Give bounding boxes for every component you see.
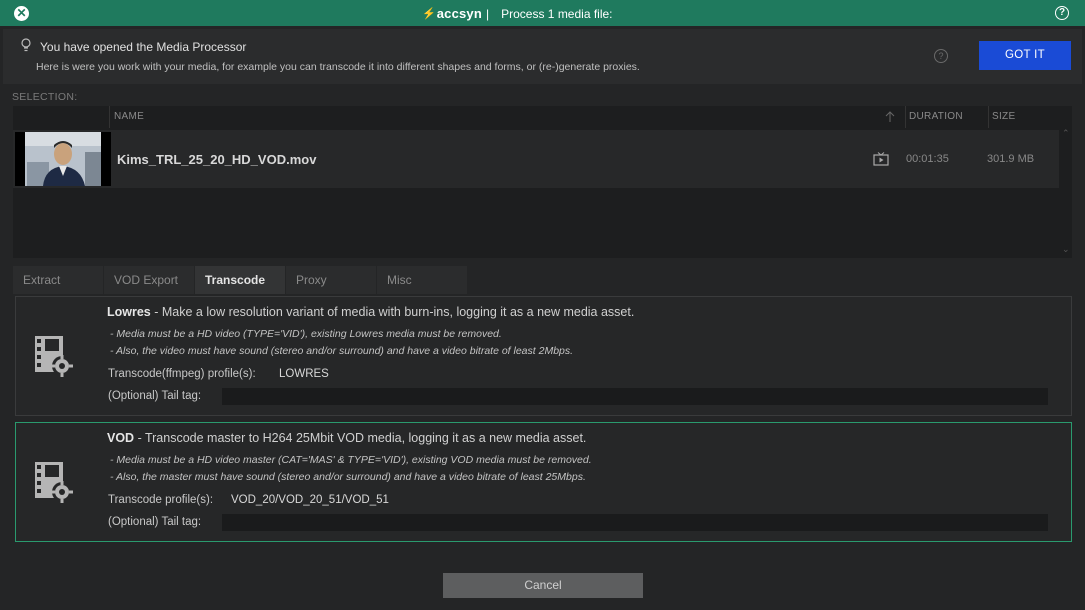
media-size: 301.9 MB bbox=[987, 153, 1035, 165]
lightbulb-icon bbox=[21, 38, 31, 52]
tail-tag-input[interactable] bbox=[222, 514, 1048, 531]
tail-tag-label: (Optional) Tail tag: bbox=[108, 516, 202, 528]
table-row[interactable]: Kims_TRL_25_20_HD_VOD.mov 00:01:35 301.9… bbox=[13, 130, 1059, 188]
action-note: - Also, the master must have sound (ster… bbox=[110, 471, 586, 483]
tail-tag-label: (Optional) Tail tag: bbox=[108, 390, 202, 402]
tab-bar: Extract VOD Export Transcode Proxy Misc bbox=[13, 266, 468, 294]
video-settings-icon bbox=[35, 336, 73, 377]
profile-label: Transcode profile(s): bbox=[108, 494, 214, 506]
info-help-icon[interactable]: ? bbox=[934, 49, 948, 63]
cancel-button[interactable]: Cancel bbox=[443, 573, 643, 598]
scroll-down-icon[interactable]: ⌄ bbox=[1062, 244, 1070, 255]
play-media-icon[interactable] bbox=[873, 152, 889, 166]
action-name: Lowres bbox=[107, 305, 151, 319]
sort-up-icon[interactable] bbox=[885, 111, 895, 123]
accsyn-logo-icon: ⚡ bbox=[422, 8, 436, 20]
info-text: Here is were you work with your media, f… bbox=[36, 61, 640, 73]
action-note: - Media must be a HD video (TYPE='VID'),… bbox=[110, 328, 502, 340]
dialog-title: Process 1 media file: bbox=[501, 6, 613, 21]
action-card-lowres[interactable]: Lowres - Make a low resolution variant o… bbox=[15, 296, 1072, 416]
column-divider bbox=[988, 106, 989, 128]
scroll-up-icon[interactable]: ⌃ bbox=[1062, 128, 1070, 139]
column-header-name[interactable]: NAME bbox=[114, 111, 144, 122]
column-divider bbox=[905, 106, 906, 128]
action-note: - Media must be a HD video master (CAT='… bbox=[110, 454, 592, 466]
tab-vod-export[interactable]: VOD Export bbox=[104, 266, 194, 294]
action-title: VOD - Transcode master to H264 25Mbit VO… bbox=[107, 431, 586, 445]
action-note: - Also, the video must have sound (stere… bbox=[110, 345, 574, 357]
thumbnail-image bbox=[15, 132, 111, 186]
tab-extract[interactable]: Extract bbox=[13, 266, 103, 294]
tail-tag-input[interactable] bbox=[222, 388, 1048, 405]
info-title: You have opened the Media Processor bbox=[40, 40, 247, 54]
profile-label: Transcode(ffmpeg) profile(s): bbox=[108, 368, 256, 380]
column-divider bbox=[109, 106, 110, 128]
tab-misc[interactable]: Misc bbox=[377, 266, 467, 294]
column-header-size[interactable]: SIZE bbox=[992, 111, 1015, 122]
profile-value: VOD_20/VOD_20_51/VOD_51 bbox=[231, 494, 389, 506]
help-icon[interactable]: ? bbox=[1055, 6, 1069, 20]
title-bar: ✕ ⚡ accsyn | Process 1 media file: ? bbox=[0, 0, 1085, 26]
action-name: VOD bbox=[107, 431, 135, 445]
action-description: - Transcode master to H264 25Mbit VOD me… bbox=[134, 431, 587, 445]
video-settings-icon bbox=[35, 462, 73, 503]
selection-label: SELECTION: bbox=[12, 91, 78, 103]
media-filename: Kims_TRL_25_20_HD_VOD.mov bbox=[117, 152, 317, 167]
got-it-button[interactable]: GOT IT bbox=[979, 41, 1071, 70]
action-card-vod[interactable]: VOD - Transcode master to H264 25Mbit VO… bbox=[15, 422, 1072, 542]
title-center: ⚡ accsyn | Process 1 media file: bbox=[422, 6, 613, 21]
tab-proxy[interactable]: Proxy bbox=[286, 266, 376, 294]
close-icon[interactable]: ✕ bbox=[14, 6, 29, 21]
action-title: Lowres - Make a low resolution variant o… bbox=[107, 305, 634, 319]
title-separator: | bbox=[486, 6, 490, 21]
media-thumbnail bbox=[15, 132, 111, 186]
info-panel: You have opened the Media Processor Here… bbox=[3, 29, 1082, 84]
media-duration: 00:01:35 bbox=[906, 153, 949, 165]
media-table: NAME DURATION SIZE ⌃ ⌄ Kims_TRL_25_20_HD… bbox=[13, 106, 1072, 258]
profile-value: LOWRES bbox=[279, 368, 329, 380]
column-header-duration[interactable]: DURATION bbox=[909, 111, 963, 122]
tab-transcode[interactable]: Transcode bbox=[195, 266, 285, 294]
action-description: - Make a low resolution variant of media… bbox=[150, 305, 635, 319]
brand-name: accsyn bbox=[436, 6, 482, 21]
